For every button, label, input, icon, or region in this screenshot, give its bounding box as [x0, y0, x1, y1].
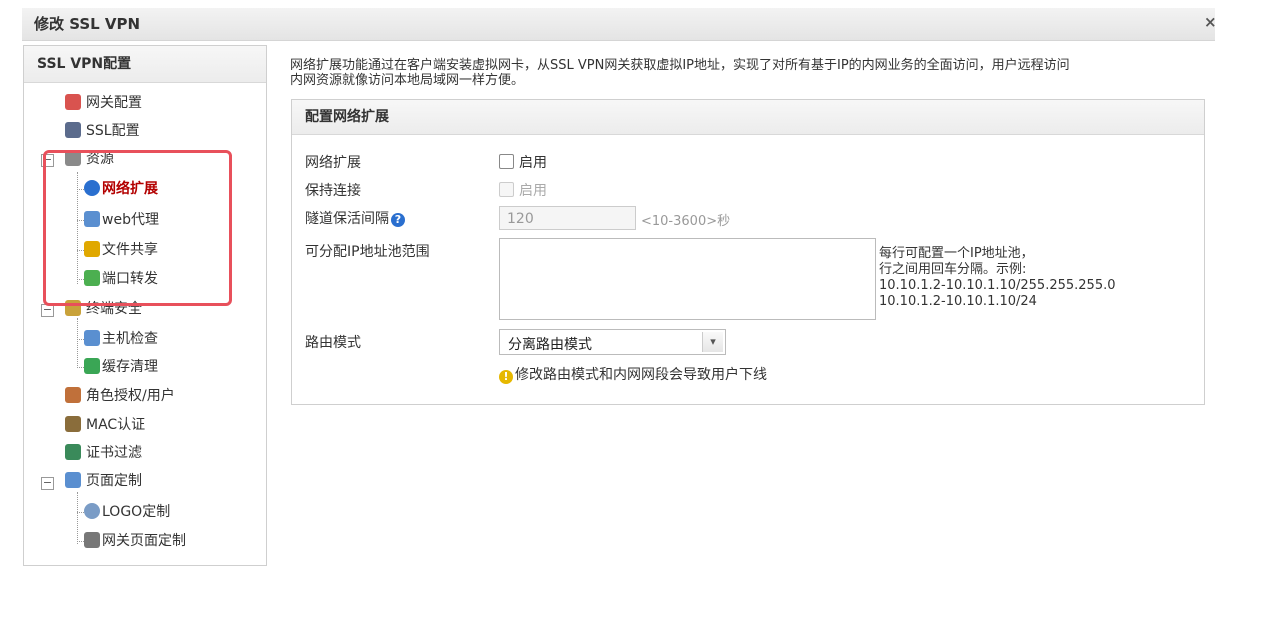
sidebar-item-role-user[interactable]: 角色授权/用户 [65, 385, 175, 407]
tunnel-interval-label: 隧道保活间隔? [305, 208, 405, 228]
sidebar-item-web-proxy[interactable]: web代理 [84, 209, 159, 231]
dialog-titlebar: 修改 SSL VPN × [22, 8, 1217, 41]
feature-description: 网络扩展功能通过在客户端安装虚拟网卡，从SSL VPN网关获取虚拟IP地址，实现… [290, 58, 1070, 88]
terminal-security-collapse-toggle[interactable]: − [41, 304, 54, 317]
gateway-config-icon [65, 94, 81, 110]
route-mode-warning: ! 修改路由模式和内网网段会导致用户下线 [499, 364, 767, 384]
cert-filter-icon [65, 444, 81, 460]
sidebar-item-mac-auth[interactable]: MAC认证 [65, 414, 145, 436]
sidebar-item-cert-filter[interactable]: 证书过滤 [65, 442, 142, 464]
tunnel-interval-hint: <10-3600>秒 [641, 214, 731, 229]
route-mode-label: 路由模式 [305, 335, 361, 351]
ip-pool-textarea[interactable] [499, 238, 876, 320]
sidebar-item-gateway-config[interactable]: 网关配置 [65, 92, 142, 114]
close-icon[interactable]: × [1204, 13, 1217, 31]
sidebar-item-gateway-page-custom[interactable]: 网关页面定制 [84, 530, 186, 552]
file-share-icon [84, 241, 100, 257]
checkbox-box [499, 182, 514, 197]
ssl-config-icon [65, 122, 81, 138]
page-custom-collapse-toggle[interactable]: − [41, 477, 54, 490]
terminal-security-icon [65, 300, 81, 316]
network-extension-label: 网络扩展 [305, 155, 361, 171]
help-icon[interactable]: ? [391, 213, 405, 227]
edit-ssl-vpn-dialog: 修改 SSL VPN × SSL VPN配置 网关配置 SSL配置 − 资源 网… [22, 8, 1217, 625]
logo-custom-icon [84, 503, 100, 519]
cache-clean-icon [84, 358, 100, 374]
sidebar-item-terminal-security[interactable]: 终端安全 [65, 298, 142, 320]
network-extension-panel: 配置网络扩展 网络扩展 启用 保持连接 启用 隧道保活间隔? 120 <10-3… [291, 99, 1205, 405]
checkbox-box[interactable] [499, 154, 514, 169]
network-extension-icon [84, 180, 100, 196]
sidebar-item-cache-clean[interactable]: 缓存清理 [84, 356, 158, 378]
dialog-title: 修改 SSL VPN [34, 15, 141, 33]
sidebar-item-page-custom[interactable]: 页面定制 [65, 470, 142, 492]
ip-pool-example: 每行可配置一个IP地址池， 行之间用回车分隔。示例: 10.10.1.2-10.… [879, 246, 1116, 309]
route-mode-value: 分离路由模式 [508, 337, 592, 353]
sidebar-item-logo-custom[interactable]: LOGO定制 [84, 501, 170, 523]
page-custom-icon [65, 472, 81, 488]
sidebar-item-network-extension[interactable]: 网络扩展 [84, 178, 158, 200]
network-extension-checkbox[interactable]: 启用 [499, 152, 547, 172]
sidebar-header: SSL VPN配置 [24, 46, 266, 83]
resource-icon [65, 150, 81, 166]
port-forward-icon [84, 270, 100, 286]
sidebar-item-resource[interactable]: 资源 [65, 148, 114, 170]
role-user-icon [65, 387, 81, 403]
chevron-down-icon[interactable]: ▾ [702, 332, 723, 352]
sidebar-item-file-share[interactable]: 文件共享 [84, 239, 158, 261]
ip-pool-label: 可分配IP地址池范围 [305, 244, 430, 260]
web-proxy-icon [84, 211, 100, 227]
sidebar-item-host-check[interactable]: 主机检查 [84, 328, 158, 350]
warning-icon: ! [499, 370, 513, 384]
route-mode-select[interactable]: 分离路由模式 ▾ [499, 329, 726, 355]
panel-title: 配置网络扩展 [292, 100, 1204, 135]
keepalive-label: 保持连接 [305, 183, 361, 199]
sidebar-item-ssl-config[interactable]: SSL配置 [65, 120, 140, 142]
sidebar-item-port-forward[interactable]: 端口转发 [84, 268, 158, 290]
keepalive-checkbox: 启用 [499, 180, 547, 200]
gateway-page-icon [84, 532, 100, 548]
host-check-icon [84, 330, 100, 346]
tunnel-interval-input: 120 [499, 206, 636, 230]
resource-collapse-toggle[interactable]: − [41, 154, 54, 167]
mac-auth-icon [65, 416, 81, 432]
sidebar: SSL VPN配置 网关配置 SSL配置 − 资源 网络扩展 web代理 文件共… [23, 45, 267, 566]
